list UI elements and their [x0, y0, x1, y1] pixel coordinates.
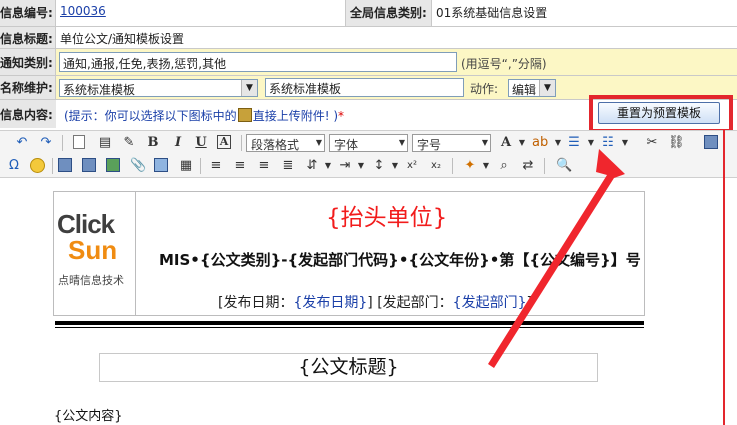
annotation-arrow-shape [488, 149, 625, 368]
annotation-arrow [488, 149, 625, 368]
